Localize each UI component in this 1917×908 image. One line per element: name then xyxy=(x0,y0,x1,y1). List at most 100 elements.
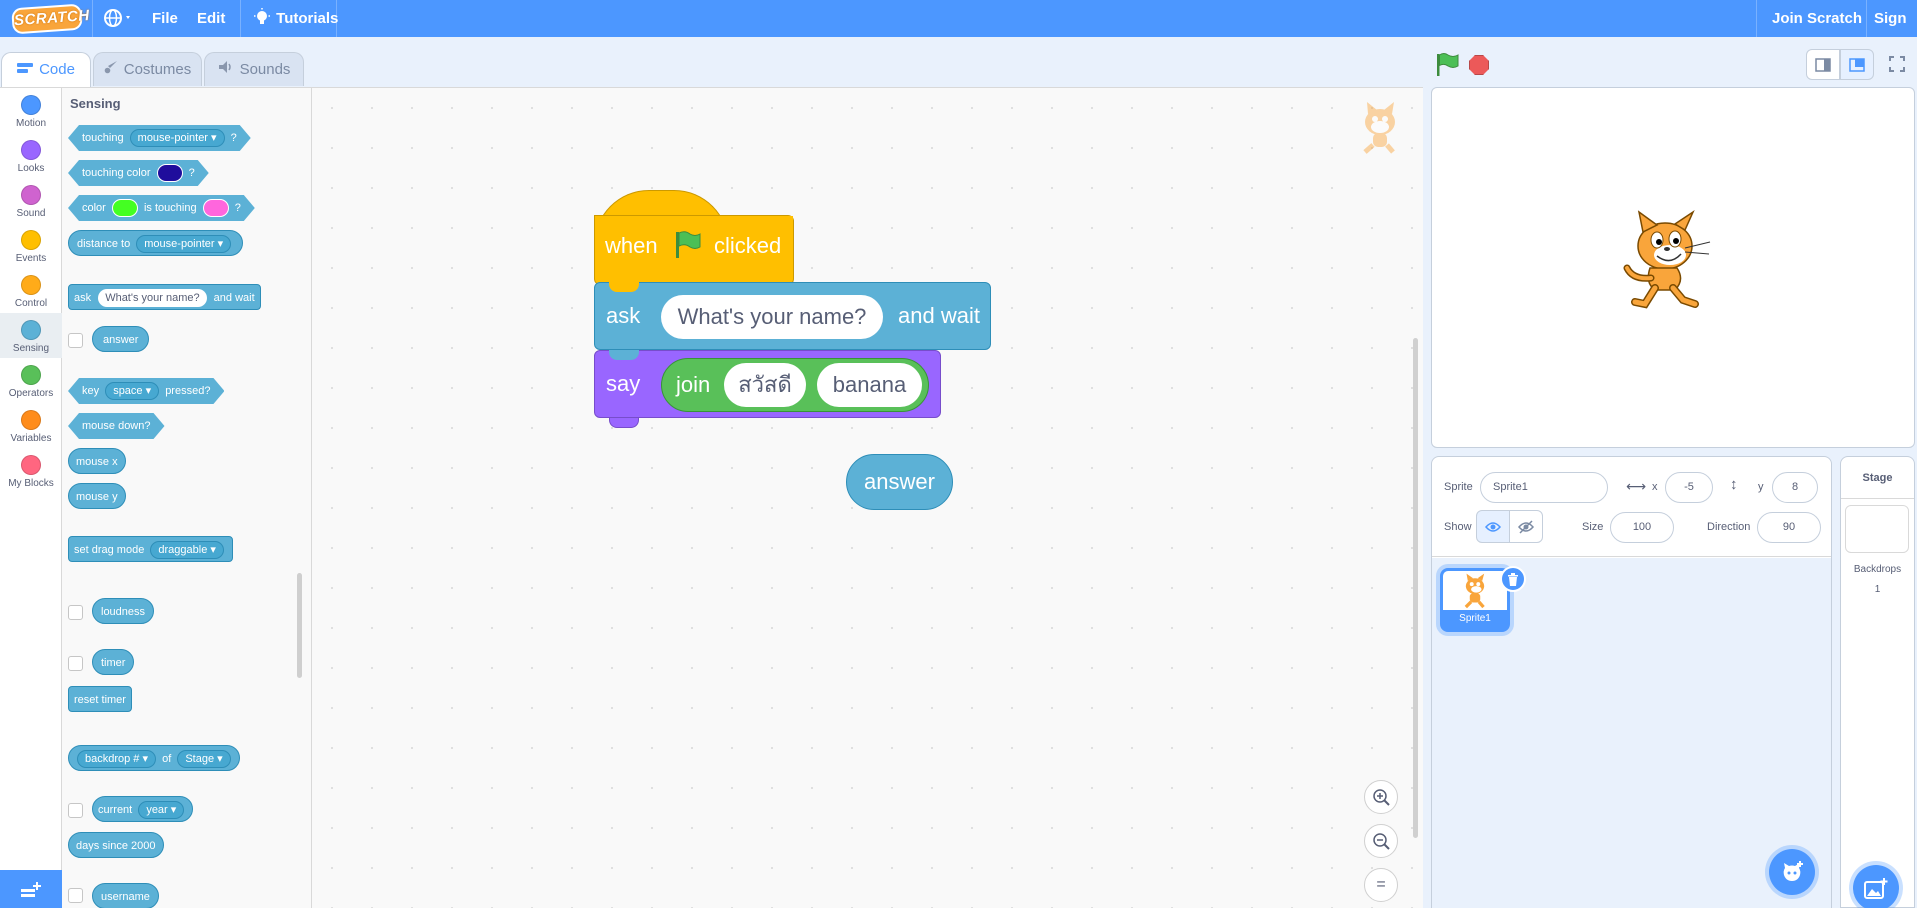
block-notch xyxy=(609,350,639,360)
category-label: Sound xyxy=(16,208,46,219)
stage-selector[interactable]: Stage Backdrops 1 xyxy=(1840,456,1915,908)
mouse-x-block[interactable]: mouse x xyxy=(68,448,126,474)
dropdown-target[interactable]: Stage ▾ xyxy=(177,750,231,769)
dropdown-time-unit[interactable]: year ▾ xyxy=(138,801,185,820)
sprite-name-label: Sprite xyxy=(1444,481,1473,493)
trash-icon xyxy=(1508,573,1518,587)
size-input[interactable]: 100 xyxy=(1610,512,1674,543)
add-extension-button[interactable] xyxy=(0,870,62,908)
touching-color-block[interactable]: touching color ? xyxy=(68,160,209,186)
username-checkbox[interactable] xyxy=(68,888,83,903)
zoom-in-button[interactable] xyxy=(1364,780,1398,814)
direction-input[interactable]: 90 xyxy=(1757,512,1821,543)
cat-sprite-icon xyxy=(1464,573,1485,609)
choose-backdrop-button[interactable] xyxy=(1853,865,1899,908)
when-flag-clicked-block[interactable]: when clicked xyxy=(594,190,794,285)
tab-sounds[interactable]: Sounds xyxy=(204,52,304,86)
color-touching-color-block[interactable]: color is touching ? xyxy=(68,195,255,221)
block-text: clicked xyxy=(714,233,782,258)
scratch-logo[interactable]: SCRATCH xyxy=(11,3,90,35)
block-text: ? xyxy=(234,202,241,214)
show-sprite-button[interactable] xyxy=(1476,510,1510,543)
file-menu[interactable]: File xyxy=(152,0,178,37)
answer-reporter-block[interactable]: answer xyxy=(846,454,953,510)
dropdown-label: mouse-pointer xyxy=(137,132,208,145)
normal-stage-button[interactable] xyxy=(1840,49,1874,80)
loudness-checkbox[interactable] xyxy=(68,605,83,620)
join-scratch-link[interactable]: Join Scratch xyxy=(1772,0,1862,37)
answer-checkbox[interactable] xyxy=(68,333,83,348)
stage-canvas[interactable] xyxy=(1431,87,1915,448)
loudness-block[interactable]: loudness xyxy=(92,598,155,624)
backdrop-of-stage-block[interactable]: backdrop # ▾ of Stage ▾ xyxy=(68,745,240,771)
category-events[interactable]: Events xyxy=(0,223,62,268)
block-text: current xyxy=(98,804,133,816)
hide-sprite-button[interactable] xyxy=(1509,510,1543,543)
zoom-out-button[interactable] xyxy=(1364,824,1398,858)
username-block[interactable]: username xyxy=(92,883,159,908)
color-swatch[interactable] xyxy=(157,164,183,182)
dropdown-mouse-pointer[interactable]: mouse-pointer ▾ xyxy=(130,129,225,147)
stop-button[interactable] xyxy=(1469,55,1489,75)
green-flag-button[interactable] xyxy=(1434,52,1460,78)
fullscreen-button[interactable] xyxy=(1880,49,1914,80)
color-swatch[interactable] xyxy=(203,199,229,217)
block-text: color xyxy=(82,202,106,214)
mouse-down-block[interactable]: mouse down? xyxy=(68,413,165,439)
timer-block[interactable]: timer xyxy=(92,649,135,675)
days-since-2000-block[interactable]: days since 2000 xyxy=(68,832,164,858)
category-variables[interactable]: Variables xyxy=(0,403,62,448)
block-text: distance to xyxy=(77,238,131,250)
category-sound[interactable]: Sound xyxy=(0,178,62,223)
sprite-name-input[interactable]: Sprite1 xyxy=(1480,472,1608,503)
tab-code[interactable]: Code xyxy=(1,52,91,87)
script-area[interactable]: when clicked ask What's your name? and w… xyxy=(312,87,1423,908)
choose-sprite-button[interactable] xyxy=(1769,849,1815,895)
palette-scrollbar[interactable] xyxy=(297,573,302,678)
small-stage-button[interactable] xyxy=(1806,49,1840,80)
reset-timer-block[interactable]: reset timer xyxy=(68,686,132,712)
dropdown-drag-mode[interactable]: draggable ▾ xyxy=(150,541,224,560)
category-operators[interactable]: Operators xyxy=(0,358,62,403)
join-input-a[interactable]: สวัสดี xyxy=(724,363,806,407)
menu-divider xyxy=(1866,0,1867,37)
distance-to-block[interactable]: distance to mouse-pointer ▾ xyxy=(68,230,244,256)
tab-costumes[interactable]: Costumes xyxy=(93,52,202,86)
zoom-reset-button[interactable]: = xyxy=(1364,868,1398,902)
timer-checkbox[interactable] xyxy=(68,656,83,671)
delete-sprite-button[interactable] xyxy=(1500,566,1526,592)
sign-in-link[interactable]: Sign in xyxy=(1874,0,1917,64)
join-input-b[interactable]: banana xyxy=(817,363,922,407)
touching-block[interactable]: touching mouse-pointer ▾ ? xyxy=(68,125,251,151)
dropdown-mouse-pointer[interactable]: mouse-pointer ▾ xyxy=(136,235,232,254)
tutorials-menu[interactable]: Tutorials xyxy=(252,0,338,37)
category-looks[interactable]: Looks xyxy=(0,133,62,178)
say-block[interactable]: say join สวัสดี banana xyxy=(594,350,941,428)
script-area-scrollbar[interactable] xyxy=(1413,338,1418,838)
answer-block[interactable]: answer xyxy=(92,326,150,352)
set-drag-mode-block[interactable]: set drag mode draggable ▾ xyxy=(68,536,233,562)
language-menu[interactable] xyxy=(102,0,134,37)
mouse-y-block[interactable]: mouse y xyxy=(68,483,126,509)
ask-text-input[interactable]: What's your name? xyxy=(661,295,883,339)
color-swatch[interactable] xyxy=(112,199,138,217)
x-position-input[interactable]: -5 xyxy=(1665,472,1713,503)
direction-label: Direction xyxy=(1707,521,1751,533)
ask-text-input[interactable]: What's your name? xyxy=(98,289,207,308)
key-pressed-block[interactable]: key space ▾ pressed? xyxy=(68,378,224,404)
category-my-blocks[interactable]: My Blocks xyxy=(0,448,62,493)
ask-and-wait-block[interactable]: ask What's your name? and wait xyxy=(68,284,261,310)
dropdown-property[interactable]: backdrop # ▾ xyxy=(77,750,157,769)
join-block[interactable]: join สวัสดี banana xyxy=(661,358,929,412)
category-control[interactable]: Control xyxy=(0,268,62,313)
category-motion[interactable]: Motion xyxy=(0,88,62,133)
edit-menu[interactable]: Edit xyxy=(197,0,225,37)
current-checkbox[interactable] xyxy=(68,803,83,818)
y-position-input[interactable]: 8 xyxy=(1772,472,1818,503)
dropdown-key[interactable]: space ▾ xyxy=(105,382,159,400)
current-year-block[interactable]: current year ▾ xyxy=(92,796,194,822)
ask-and-wait-block[interactable]: ask What's your name? and wait xyxy=(594,282,991,350)
backdrop-thumbnail[interactable] xyxy=(1845,505,1909,553)
sprite-thumbnail-selected[interactable]: Sprite1 xyxy=(1440,566,1526,632)
category-sensing[interactable]: Sensing xyxy=(0,313,62,358)
